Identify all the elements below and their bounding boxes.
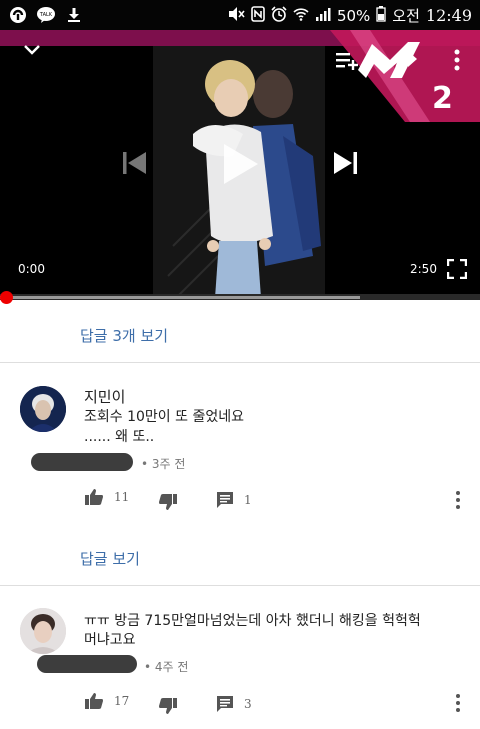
redacted-username [31, 453, 133, 471]
kakaotalk-icon: TALK [36, 5, 56, 25]
cloud-app-icon [8, 5, 28, 25]
thumbs-up-icon [85, 489, 103, 505]
buffered-bar [0, 296, 360, 299]
comment-more-icon[interactable] [448, 488, 468, 512]
redacted-username [37, 655, 137, 673]
nfc-icon [251, 5, 265, 26]
divider [0, 585, 480, 586]
comment-more-icon[interactable] [448, 691, 468, 715]
comment-age: 3주 전 [151, 457, 186, 471]
comment-icon [217, 696, 233, 712]
comment-timestamp: • 3주 전 [141, 457, 186, 471]
seek-handle[interactable] [0, 291, 13, 304]
reply-button[interactable]: 1 [216, 491, 252, 509]
thumbs-down-icon [159, 494, 177, 510]
logo-number: 2 [432, 81, 453, 116]
thumbs-up-icon [85, 693, 103, 709]
avatar[interactable] [20, 386, 66, 432]
current-time: 0:00 [18, 262, 45, 276]
duration: 2:50 [410, 262, 437, 276]
channel-logo-watermark: 2 [310, 30, 480, 122]
view-replies-link[interactable]: 답글 3개 보기 [80, 325, 168, 346]
dislike-button[interactable] [158, 697, 178, 715]
reply-count: 1 [244, 493, 252, 507]
svg-text:TALK: TALK [39, 12, 53, 18]
alarm-icon [271, 5, 287, 26]
like-count: 11 [114, 490, 130, 504]
status-bar: TALK 50% 오전 12:49 [0, 0, 480, 30]
clock-period: 오전 [392, 7, 420, 25]
play-icon[interactable] [222, 142, 260, 190]
comment-timestamp: • 4주 전 [144, 660, 189, 674]
video-player[interactable]: 2 0:00 2:50 [0, 30, 480, 298]
comment-text-line: ...... 왜 또.. [84, 429, 155, 445]
mute-icon [227, 6, 245, 26]
divider [0, 362, 480, 363]
like-button[interactable]: 17 [84, 692, 129, 710]
avatar[interactable] [20, 608, 66, 654]
download-icon [64, 5, 84, 25]
reply-count: 3 [244, 697, 252, 711]
comment-icon [217, 492, 233, 508]
more-options-icon[interactable] [453, 48, 461, 76]
comment-text-line: 머냐고요 [84, 632, 136, 648]
battery-icon [376, 5, 386, 26]
seek-bar[interactable] [0, 291, 480, 304]
comment-text-line: ㅠㅠ 방금 715만얼마넘었는데 아차 했더니 해킹을 헉헉헉 [84, 613, 421, 629]
comment-author[interactable]: 지민이 [84, 386, 125, 407]
signal-icon [315, 6, 331, 26]
minimize-chevron-down-icon[interactable] [22, 42, 42, 61]
like-button[interactable]: 11 [84, 488, 129, 506]
comment-age: 4주 전 [154, 660, 189, 674]
like-count: 17 [114, 694, 130, 708]
view-replies-link[interactable]: 답글 보기 [80, 548, 140, 569]
add-to-playlist-icon[interactable] [335, 50, 359, 74]
wifi-icon [293, 6, 309, 26]
reply-button[interactable]: 3 [216, 695, 252, 713]
previous-icon[interactable] [122, 150, 148, 180]
dislike-button[interactable] [158, 493, 178, 511]
fullscreen-icon[interactable] [446, 258, 468, 283]
share-icon[interactable] [394, 50, 418, 74]
thumbs-down-icon [159, 698, 177, 714]
battery-percent: 50% [336, 6, 371, 25]
clock-time: 12:49 [425, 6, 472, 25]
next-icon[interactable] [332, 150, 358, 180]
comment-text-line: 조회수 10만이 또 줄었네요 [84, 409, 244, 425]
